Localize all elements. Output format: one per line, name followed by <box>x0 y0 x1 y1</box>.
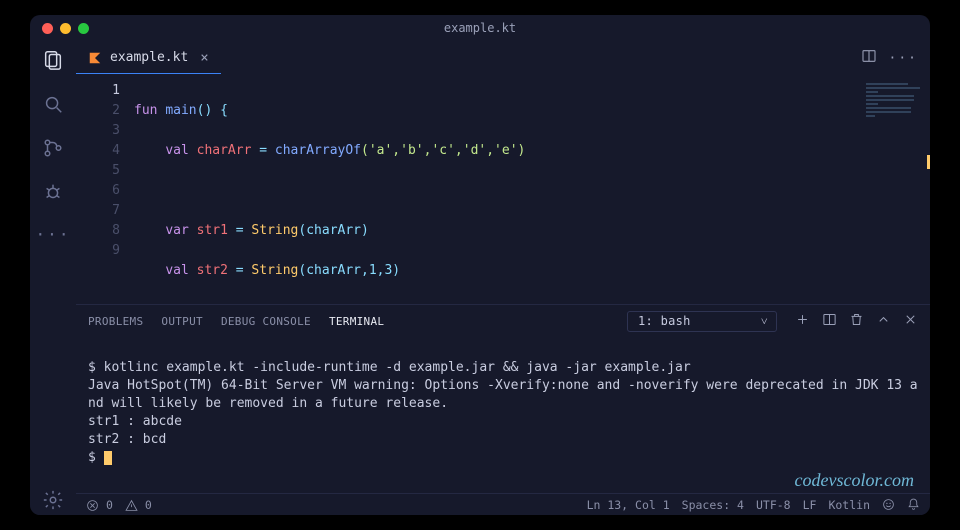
debug-icon[interactable] <box>42 181 64 207</box>
settings-gear-icon[interactable] <box>42 489 64 515</box>
watermark: codevscolor.com <box>795 470 914 491</box>
tab-bar: example.kt × ··· <box>76 41 930 75</box>
terminal-cursor <box>104 451 112 465</box>
tab-output[interactable]: OUTPUT <box>161 315 203 328</box>
chevron-down-icon: ˅ <box>761 314 768 329</box>
maximize-panel-icon[interactable] <box>876 312 891 330</box>
status-line-col[interactable]: Ln 13, Col 1 <box>587 498 670 512</box>
terminal-selector-label: 1: bash <box>638 314 691 328</box>
search-icon[interactable] <box>42 93 64 119</box>
activity-bar: ··· <box>30 41 76 515</box>
code-editor[interactable]: 1 2 3 4 5 6 7 8 9 fun main() { val charA… <box>76 75 930 304</box>
status-bell-icon[interactable] <box>907 498 920 511</box>
tab-actions: ··· <box>861 41 930 75</box>
status-warnings[interactable]: 0 <box>125 498 152 512</box>
app-body: ··· example.kt × ··· 1 2 <box>30 41 930 515</box>
tab-label: example.kt <box>110 50 188 65</box>
scroll-indicator <box>927 155 930 169</box>
tab-problems[interactable]: PROBLEMS <box>88 315 143 328</box>
window-title: example.kt <box>444 21 516 35</box>
status-encoding[interactable]: UTF-8 <box>756 498 791 512</box>
status-errors[interactable]: 0 <box>86 498 113 512</box>
explorer-icon[interactable] <box>42 49 64 75</box>
new-terminal-icon[interactable] <box>795 312 810 330</box>
tab-example-kt[interactable]: example.kt × <box>76 41 221 75</box>
close-panel-icon[interactable] <box>903 312 918 330</box>
status-bar: 0 0 Ln 13, Col 1 Spaces: 4 UTF-8 LF Kotl… <box>76 493 930 515</box>
status-feedback-icon[interactable] <box>882 498 895 511</box>
close-window-button[interactable] <box>42 23 53 34</box>
zoom-window-button[interactable] <box>78 23 89 34</box>
terminal-line: str1 : abcde <box>88 414 182 429</box>
more-actions-icon[interactable]: ··· <box>889 51 918 66</box>
panel-tab-bar: PROBLEMS OUTPUT DEBUG CONSOLE TERMINAL 1… <box>76 305 930 337</box>
more-icon[interactable]: ··· <box>36 225 71 244</box>
tab-debug-console[interactable]: DEBUG CONSOLE <box>221 315 311 328</box>
split-editor-icon[interactable] <box>861 48 877 68</box>
bottom-panel: PROBLEMS OUTPUT DEBUG CONSOLE TERMINAL 1… <box>76 304 930 493</box>
window-controls <box>42 23 89 34</box>
terminal-line: $ kotlinc example.kt -include-runtime -d… <box>88 360 691 375</box>
main-area: example.kt × ··· 1 2 3 4 5 6 7 <box>76 41 930 515</box>
tab-terminal[interactable]: TERMINAL <box>329 315 384 328</box>
terminal-line: str2 : bcd <box>88 432 166 447</box>
close-tab-icon[interactable]: × <box>200 50 208 66</box>
terminal-line: Java HotSpot(TM) 64-Bit Server VM warnin… <box>88 378 918 411</box>
titlebar: example.kt <box>30 15 930 41</box>
kotlin-file-icon <box>88 51 102 65</box>
panel-actions <box>795 312 918 330</box>
minimap[interactable] <box>866 81 926 141</box>
source-control-icon[interactable] <box>42 137 64 163</box>
status-eol[interactable]: LF <box>803 498 817 512</box>
split-terminal-icon[interactable] <box>822 312 837 330</box>
line-gutter: 1 2 3 4 5 6 7 8 9 <box>76 75 134 304</box>
editor-window: example.kt ··· example.kt × ··· <box>30 15 930 515</box>
terminal-prompt: $ <box>88 450 104 465</box>
status-language[interactable]: Kotlin <box>828 498 870 512</box>
minimize-window-button[interactable] <box>60 23 71 34</box>
code-content: fun main() { val charArr = charArrayOf('… <box>134 75 525 304</box>
kill-terminal-icon[interactable] <box>849 312 864 330</box>
terminal-selector[interactable]: 1: bash ˅ <box>627 311 777 332</box>
status-indent[interactable]: Spaces: 4 <box>682 498 744 512</box>
